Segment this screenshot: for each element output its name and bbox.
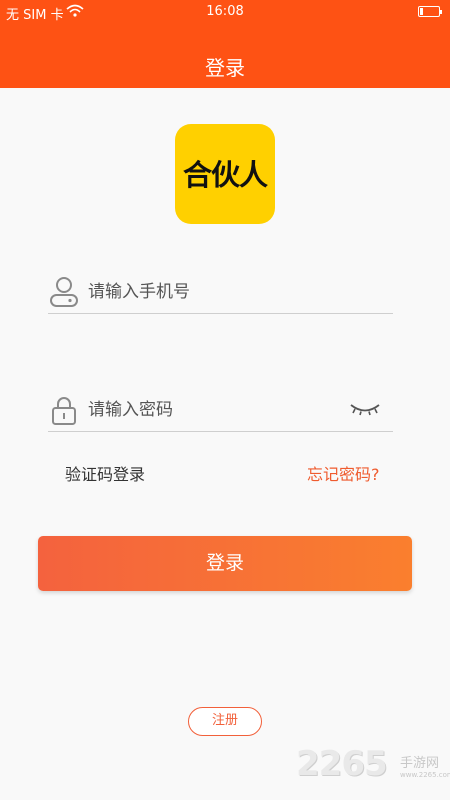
app-logo: 合伙人: [175, 124, 275, 224]
register-button[interactable]: 注册: [188, 707, 262, 736]
battery-level: [420, 8, 423, 15]
password-input[interactable]: [88, 394, 338, 426]
watermark-url: www.2265.com: [400, 771, 450, 779]
phone-input[interactable]: [88, 276, 338, 308]
page-title: 登录: [205, 56, 245, 80]
forgot-password-link[interactable]: 忘记密码?: [307, 464, 380, 486]
phone-field: [48, 270, 393, 314]
app-logo-text: 合伙人: [182, 158, 268, 192]
eye-closed-icon[interactable]: [349, 402, 381, 418]
title-bar: 登录: [0, 26, 450, 88]
login-button[interactable]: 登录: [38, 536, 412, 591]
clock: 16:08: [206, 4, 244, 19]
sms-login-link[interactable]: 验证码登录: [65, 464, 145, 486]
status-bar: 无 SIM 卡 16:08: [0, 0, 450, 26]
lock-icon: [48, 394, 80, 426]
password-field: [48, 388, 393, 432]
user-icon: [48, 276, 80, 308]
battery-icon: [418, 6, 442, 17]
watermark-logo: 2265 手游网 www.2265.com: [296, 744, 450, 788]
watermark-label: 手游网: [400, 756, 440, 771]
watermark-number: 2265: [296, 744, 388, 784]
